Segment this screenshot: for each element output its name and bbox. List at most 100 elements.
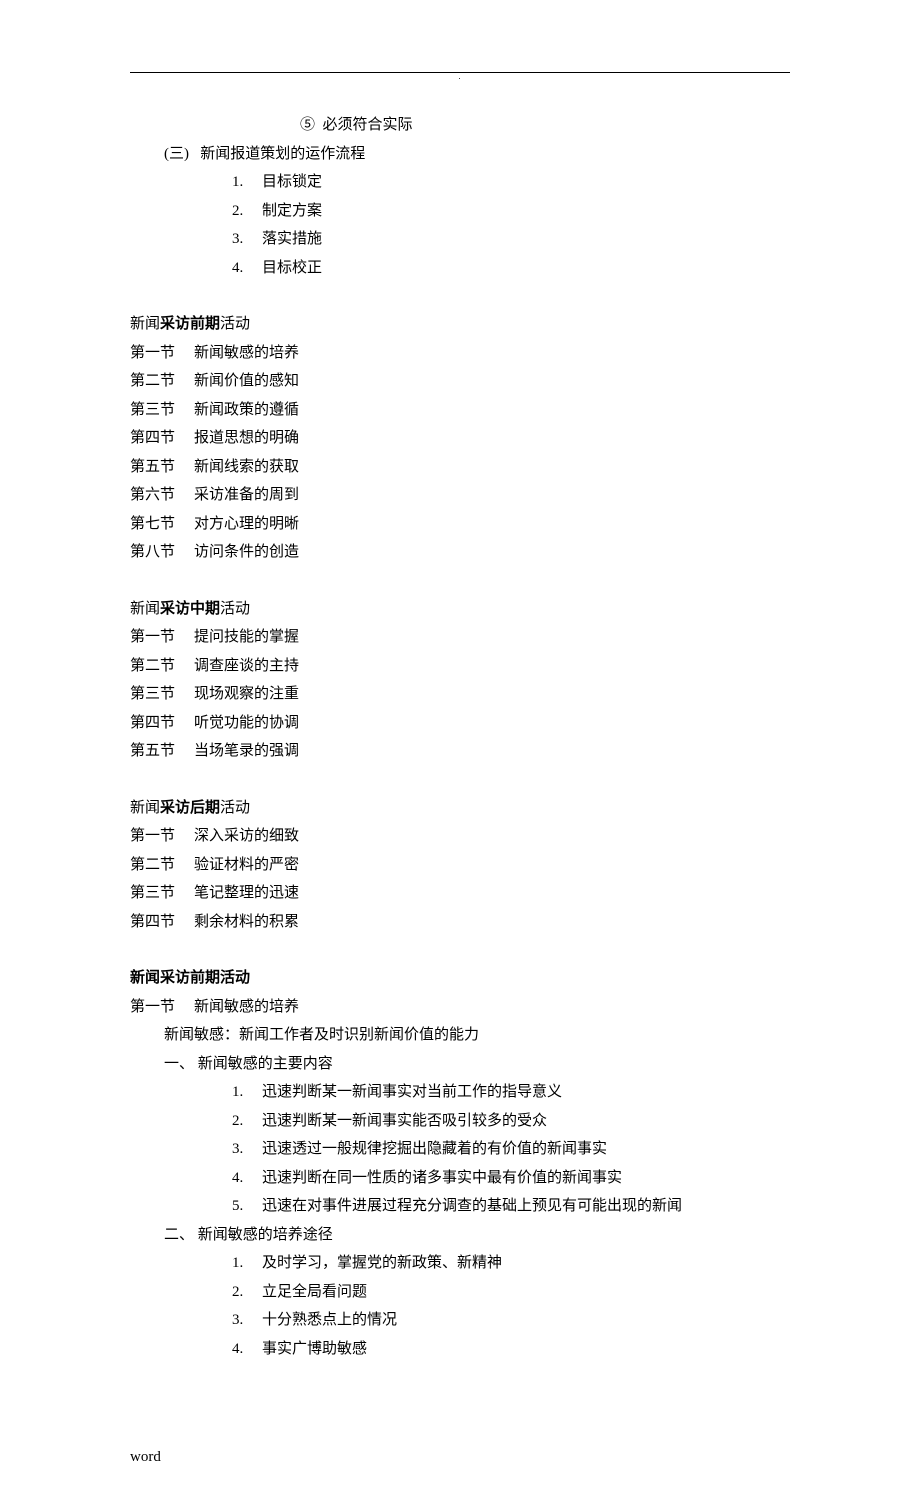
list-item: 4.事实广博助敏感 — [232, 1335, 790, 1364]
sub2-items: 1.及时学习，掌握党的新政策、新精神 2.立足全局看问题 3.十分熟悉点上的情况… — [130, 1249, 790, 1363]
list-item: 1.及时学习，掌握党的新政策、新精神 — [232, 1249, 790, 1278]
sub2-heading: 二、 新闻敏感的培养途径 — [130, 1221, 790, 1250]
item-text: 及时学习，掌握党的新政策、新精神 — [262, 1249, 790, 1278]
toc-label: 第六节 — [130, 481, 194, 510]
item-number: 1. — [232, 1249, 262, 1278]
section-3-items: 1. 目标锁定 2. 制定方案 3. 落实措施 4. 目标校正 — [130, 168, 790, 282]
toc-row: 第五节当场笔录的强调 — [130, 737, 790, 766]
list-item: 5.迅速在对事件进展过程充分调查的基础上预见有可能出现的新闻 — [232, 1192, 790, 1221]
toc-text: 现场观察的注重 — [194, 680, 790, 709]
item-text: 落实措施 — [262, 225, 790, 254]
item-number: 2. — [232, 197, 262, 226]
item-number: 2. — [232, 1107, 262, 1136]
item-text: 迅速判断某一新闻事实对当前工作的指导意义 — [262, 1078, 790, 1107]
item-number: 4. — [232, 1335, 262, 1364]
toc-text: 听觉功能的协调 — [194, 709, 790, 738]
toc-row: 第一节新闻敏感的培养 — [130, 339, 790, 368]
toc-label: 第四节 — [130, 424, 194, 453]
item-text: 迅速判断在同一性质的诸多事实中最有价值的新闻事实 — [262, 1164, 790, 1193]
toc-row: 第四节剩余材料的积累 — [130, 908, 790, 937]
definition-line: 新闻敏感：新闻工作者及时识别新闻价值的能力 — [130, 1021, 790, 1050]
toc-row: 第四节听觉功能的协调 — [130, 709, 790, 738]
toc-label: 第二节 — [130, 652, 194, 681]
toc-heading-late: 新闻采访后期活动 — [130, 794, 790, 823]
toc-label: 第一节 — [130, 623, 194, 652]
toc-text: 新闻价值的感知 — [194, 367, 790, 396]
toc-text: 验证材料的严密 — [194, 851, 790, 880]
section-3-heading: (三) 新闻报道策划的运作流程 — [130, 140, 790, 169]
toc-row: 第三节现场观察的注重 — [130, 680, 790, 709]
list-item: 2.迅速判断某一新闻事实能否吸引较多的受众 — [232, 1107, 790, 1136]
toc-label: 第三节 — [130, 396, 194, 425]
toc-heading-early: 新闻采访前期活动 — [130, 310, 790, 339]
item-number: 4. — [232, 1164, 262, 1193]
toc-label: 第二节 — [130, 367, 194, 396]
toc-row: 第四节报道思想的明确 — [130, 424, 790, 453]
list-item: 3. 落实措施 — [232, 225, 790, 254]
item-text: 迅速判断某一新闻事实能否吸引较多的受众 — [262, 1107, 790, 1136]
item-number: 3. — [232, 225, 262, 254]
toc-text: 新闻线索的获取 — [194, 453, 790, 482]
item-text: 十分熟悉点上的情况 — [262, 1306, 790, 1335]
toc-row: 第六节采访准备的周到 — [130, 481, 790, 510]
toc-mid-sections: 第一节提问技能的掌握 第二节调查座谈的主持 第三节现场观察的注重 第四节听觉功能… — [130, 623, 790, 766]
sub1-items: 1.迅速判断某一新闻事实对当前工作的指导意义 2.迅速判断某一新闻事实能否吸引较… — [130, 1078, 790, 1221]
toc-text: 当场笔录的强调 — [194, 737, 790, 766]
toc-text: 新闻敏感的培养 — [194, 339, 790, 368]
list-item: 1. 目标锁定 — [232, 168, 790, 197]
toc-text: 访问条件的创造 — [194, 538, 790, 567]
item-number: 1. — [232, 168, 262, 197]
toc-text: 提问技能的掌握 — [194, 623, 790, 652]
toc-label: 第五节 — [130, 737, 194, 766]
sub1-heading: 一、 新闻敏感的主要内容 — [130, 1050, 790, 1079]
list-item: 4.迅速判断在同一性质的诸多事实中最有价值的新闻事实 — [232, 1164, 790, 1193]
toc-row: 第五节新闻线索的获取 — [130, 453, 790, 482]
item-number: 3. — [232, 1135, 262, 1164]
toc-row: 第二节新闻价值的感知 — [130, 367, 790, 396]
item-text: 制定方案 — [262, 197, 790, 226]
footer-text: word — [0, 1443, 920, 1472]
circled-item-5: ⑤ 必须符合实际 — [130, 111, 790, 140]
item-text: 目标校正 — [262, 254, 790, 283]
toc-text: 深入采访的细致 — [194, 822, 790, 851]
toc-text: 报道思想的明确 — [194, 424, 790, 453]
toc-row: 第三节新闻政策的遵循 — [130, 396, 790, 425]
list-item: 1.迅速判断某一新闻事实对当前工作的指导意义 — [232, 1078, 790, 1107]
toc-label: 第三节 — [130, 680, 194, 709]
toc-label: 第三节 — [130, 879, 194, 908]
section-label: 第一节 — [130, 993, 194, 1022]
item-text: 迅速在对事件进展过程充分调查的基础上预见有可能出现的新闻 — [262, 1192, 790, 1221]
item-number: 3. — [232, 1306, 262, 1335]
toc-text: 调查座谈的主持 — [194, 652, 790, 681]
toc-row: 第八节访问条件的创造 — [130, 538, 790, 567]
toc-label: 第一节 — [130, 339, 194, 368]
toc-row: 第二节验证材料的严密 — [130, 851, 790, 880]
toc-text: 剩余材料的积累 — [194, 908, 790, 937]
item-number: 1. — [232, 1078, 262, 1107]
item-text: 迅速透过一般规律挖掘出隐藏着的有价值的新闻事实 — [262, 1135, 790, 1164]
toc-label: 第五节 — [130, 453, 194, 482]
toc-text: 对方心理的明晰 — [194, 510, 790, 539]
toc-text: 采访准备的周到 — [194, 481, 790, 510]
toc-label: 第四节 — [130, 908, 194, 937]
toc-label: 第一节 — [130, 822, 194, 851]
toc-label: 第四节 — [130, 709, 194, 738]
toc-text: 新闻政策的遵循 — [194, 396, 790, 425]
list-item: 4. 目标校正 — [232, 254, 790, 283]
toc-heading-mid: 新闻采访中期活动 — [130, 595, 790, 624]
section-title: 新闻敏感的培养 — [194, 993, 790, 1022]
toc-row: 第二节调查座谈的主持 — [130, 652, 790, 681]
list-item: 3.十分熟悉点上的情况 — [232, 1306, 790, 1335]
toc-text: 笔记整理的迅速 — [194, 879, 790, 908]
header-rule: . — [130, 72, 790, 73]
toc-row: 第七节对方心理的明晰 — [130, 510, 790, 539]
item-number: 5. — [232, 1192, 262, 1221]
toc-row: 第一节深入采访的细致 — [130, 822, 790, 851]
toc-late-sections: 第一节深入采访的细致 第二节验证材料的严密 第三节笔记整理的迅速 第四节剩余材料… — [130, 822, 790, 936]
header-dot: . — [459, 69, 462, 84]
toc-early-sections: 第一节新闻敏感的培养 第二节新闻价值的感知 第三节新闻政策的遵循 第四节报道思想… — [130, 339, 790, 567]
toc-row: 第三节笔记整理的迅速 — [130, 879, 790, 908]
body-section-1-title: 第一节 新闻敏感的培养 — [130, 993, 790, 1022]
toc-label: 第八节 — [130, 538, 194, 567]
item-text: 目标锁定 — [262, 168, 790, 197]
